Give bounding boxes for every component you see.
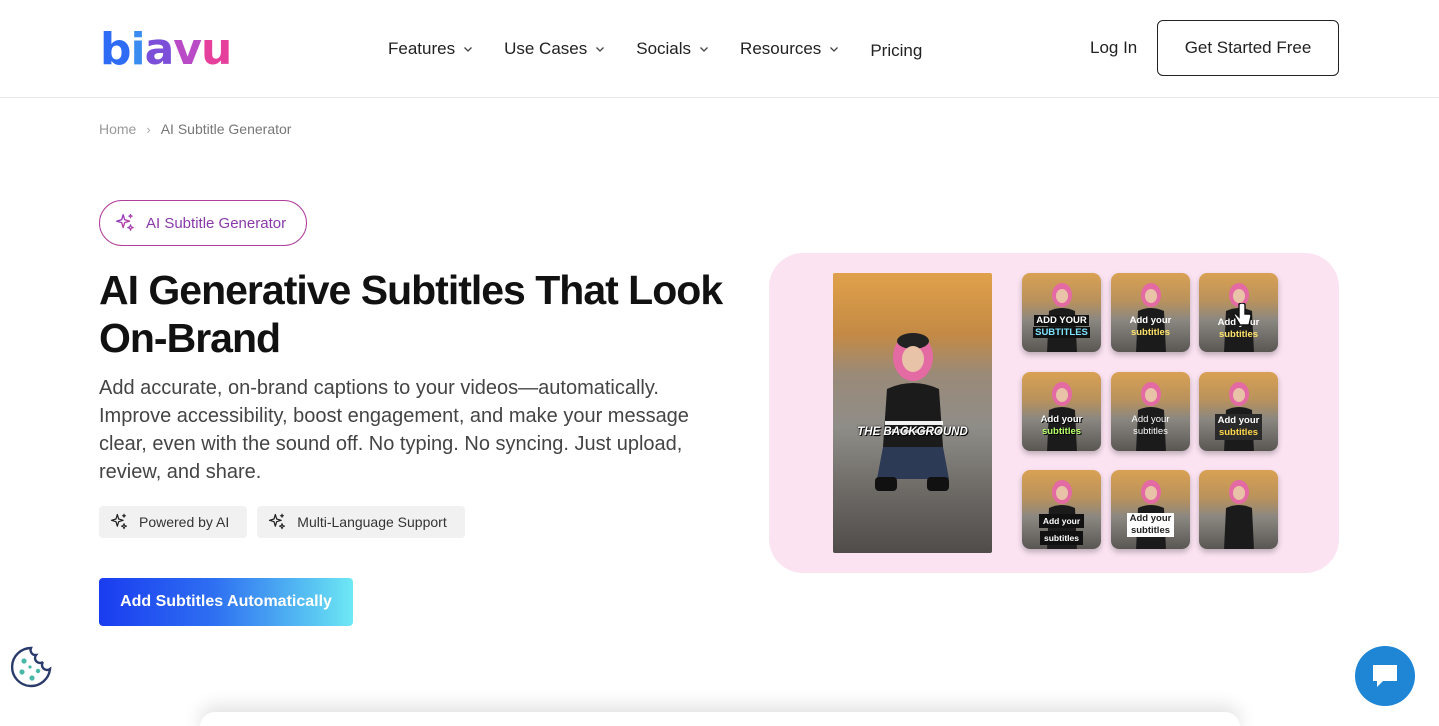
caption-style-thumbnail[interactable]: Add yoursubtitles <box>1111 470 1190 549</box>
breadcrumb-home[interactable]: Home <box>99 121 136 137</box>
page-title: AI Generative Subtitles That Look On-Bra… <box>99 266 739 362</box>
thumbnail-caption: Add your subtitles <box>1022 514 1101 545</box>
chevron-down-icon <box>830 47 839 52</box>
caption-style-thumbnail[interactable]: Add yoursubtitles <box>1199 273 1278 352</box>
main-video-caption: THE BACKGROUND <box>857 426 968 438</box>
logo-letter: a <box>144 24 175 75</box>
main-nav: Features Use Cases Socials Resources Pri… <box>388 36 952 64</box>
caption-style-thumbnail[interactable] <box>1199 470 1278 549</box>
caption-line: subtitles <box>1133 426 1168 437</box>
feature-tags: Powered by AI Multi-Language Support <box>99 506 465 538</box>
nav-item-label: Resources <box>740 39 822 58</box>
sparkle-icon <box>116 213 134 231</box>
caption-line: SUBTITLES <box>1033 327 1090 338</box>
nav-item-socials[interactable]: Socials <box>636 36 710 62</box>
caption-line: subtitles <box>1218 427 1259 438</box>
breadcrumb: Home › AI Subtitle Generator <box>99 121 291 137</box>
logo-letter: v <box>173 24 202 75</box>
tag-label: Powered by AI <box>139 514 230 530</box>
logo-letter: b <box>100 24 131 75</box>
breadcrumb-separator-icon: › <box>146 121 151 137</box>
caption-box: Add your subtitles <box>1214 414 1263 440</box>
cookie-icon <box>10 646 52 688</box>
cursor-hand-icon <box>1233 303 1252 326</box>
caption-line: Add your <box>1040 414 1083 425</box>
nav-item-pricing[interactable]: Pricing <box>870 38 922 64</box>
title-line-2: On-Brand <box>99 315 281 361</box>
caption-line: Add your <box>1129 315 1172 326</box>
tag-multi-language: Multi-Language Support <box>257 506 465 538</box>
thumbnail-caption: ADD YOUR SUBTITLES <box>1022 315 1101 339</box>
thumbnail-caption: Add yoursubtitles <box>1022 414 1101 438</box>
caption-style-thumbnail[interactable]: Add yoursubtitles <box>1111 372 1190 451</box>
chevron-down-icon <box>596 47 605 52</box>
tag-label: Multi-Language Support <box>297 514 447 530</box>
nav-item-label: Use Cases <box>504 39 588 58</box>
person-figure-icon <box>1224 480 1254 549</box>
breadcrumb-current: AI Subtitle Generator <box>160 121 292 137</box>
caption-box: Add your subtitles <box>1126 513 1175 537</box>
thumbnail-caption: Add yoursubtitles <box>1111 414 1190 438</box>
caption-style-thumbnail[interactable]: Add yoursubtitles <box>1022 372 1101 451</box>
caption-line: Add your <box>1038 514 1085 528</box>
caption-style-thumbnail[interactable]: Add your subtitles <box>1022 470 1101 549</box>
feature-pill: AI Subtitle Generator <box>99 200 307 246</box>
caption-line: Add your <box>1129 513 1172 524</box>
add-subtitles-button[interactable]: Add Subtitles Automatically <box>99 578 353 626</box>
chat-button[interactable] <box>1355 646 1415 706</box>
nav-item-label: Pricing <box>870 41 923 60</box>
hero-description: Add accurate, on-brand captions to your … <box>99 377 689 483</box>
caption-line: subtitles <box>1130 525 1171 536</box>
chat-icon <box>1373 665 1397 687</box>
thumbnail-caption: Add yoursubtitles <box>1111 513 1190 537</box>
caption-line: Add your <box>1217 415 1260 426</box>
caption-line: subtitles <box>1130 327 1171 338</box>
nav-item-label: Features <box>388 39 456 58</box>
caption-line: ADD YOUR <box>1034 315 1089 326</box>
logo-letter: i <box>130 24 146 75</box>
thumbnail-caption: Add yoursubtitles <box>1199 414 1278 440</box>
chevron-down-icon <box>700 47 709 52</box>
brand-logo[interactable]: biavu <box>100 22 232 78</box>
logo-letter: u <box>200 24 232 75</box>
get-started-button[interactable]: Get Started Free <box>1157 20 1339 76</box>
sparkle-icon <box>110 513 128 530</box>
cookie-settings-button[interactable] <box>10 646 52 688</box>
caption-style-thumbnail[interactable]: ADD YOUR SUBTITLES <box>1022 273 1101 352</box>
caption-style-thumbnail[interactable]: Add yoursubtitles <box>1199 372 1278 451</box>
caption-line: Add your <box>1131 414 1170 425</box>
site-header: biavu Features Use Cases Socials Resourc… <box>0 0 1439 98</box>
nav-item-features[interactable]: Features <box>388 36 474 62</box>
title-line-1: AI Generative Subtitles That Look <box>99 267 723 313</box>
login-link[interactable]: Log In <box>1090 38 1137 58</box>
caption-style-thumbnail[interactable]: Add yoursubtitles <box>1111 273 1190 352</box>
nav-item-resources[interactable]: Resources <box>740 36 840 62</box>
nav-item-label: Socials <box>636 39 692 58</box>
main-video-preview: THE BACKGROUND <box>833 273 992 553</box>
caption-line: subtitles <box>1040 531 1083 545</box>
chevron-down-icon <box>464 47 473 52</box>
person-figure-icon <box>875 333 949 491</box>
caption-line: subtitles <box>1041 426 1082 437</box>
tag-powered-by-ai: Powered by AI <box>99 506 248 538</box>
next-section-card-edge <box>200 712 1240 726</box>
sparkle-icon <box>269 513 286 530</box>
thumbnail-caption: Add yoursubtitles <box>1111 315 1190 339</box>
nav-item-use-cases[interactable]: Use Cases <box>504 36 606 62</box>
pill-label: AI Subtitle Generator <box>146 214 287 232</box>
